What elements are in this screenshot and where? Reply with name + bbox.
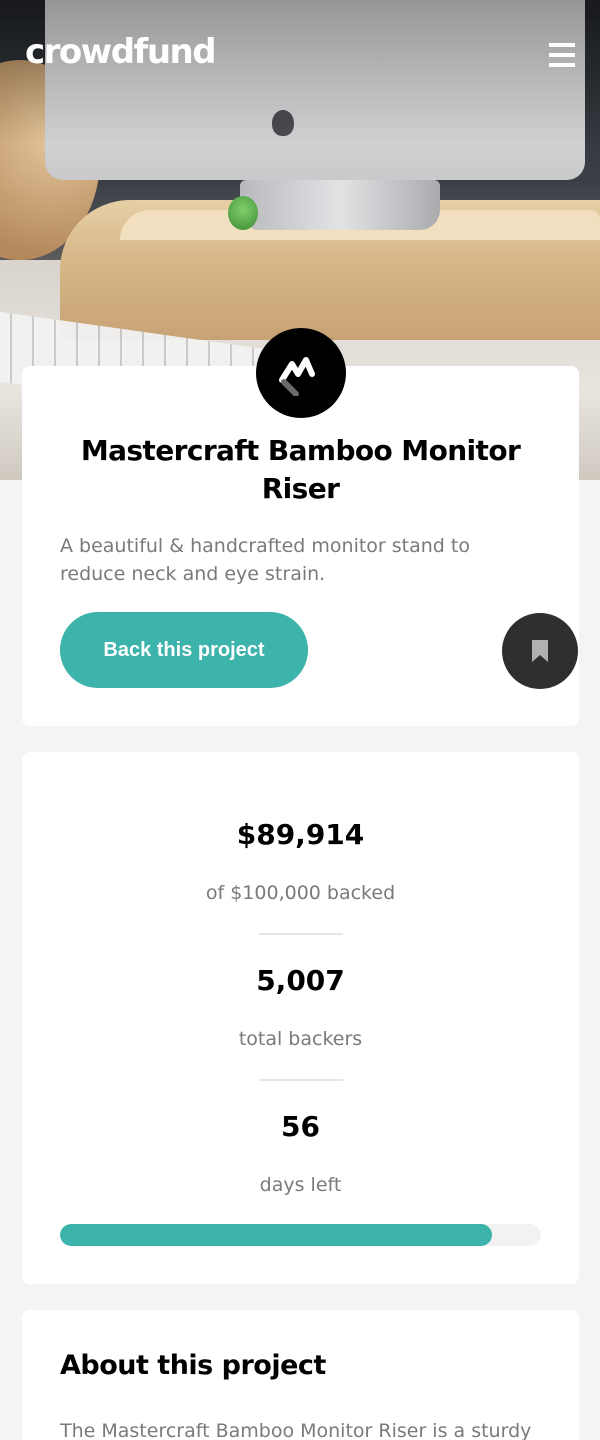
mastercraft-logo-icon bbox=[256, 328, 346, 418]
hamburger-line bbox=[549, 63, 575, 67]
hamburger-menu-icon[interactable] bbox=[549, 43, 575, 67]
bookmark-icon bbox=[532, 640, 548, 662]
total-backers-label: total backers bbox=[238, 1028, 363, 1050]
about-title: About this project bbox=[60, 1350, 326, 1381]
hamburger-line bbox=[549, 53, 575, 57]
top-navigation: crowdfund bbox=[0, 0, 600, 110]
funding-progress-fill bbox=[60, 1224, 493, 1246]
stats-divider bbox=[259, 1079, 343, 1081]
total-backers: 5,007 bbox=[256, 964, 345, 997]
hamburger-line bbox=[549, 43, 575, 47]
site-logo[interactable]: crowdfund bbox=[25, 32, 217, 72]
days-left-label: days left bbox=[259, 1174, 342, 1196]
project-stats-card: $89,914 of $100,000 backed 5,007 total b… bbox=[22, 752, 579, 1284]
bookmark-button[interactable] bbox=[502, 613, 578, 689]
about-text: The Mastercraft Bamboo Monitor Riser is … bbox=[60, 1420, 532, 1440]
project-subtitle: A beautiful & handcrafted monitor stand … bbox=[60, 535, 470, 585]
amount-backed: $89,914 bbox=[236, 818, 365, 851]
back-project-button[interactable]: Back this project bbox=[60, 612, 308, 688]
project-intro-card: Mastercraft Bamboo Monitor Riser A beaut… bbox=[22, 366, 579, 726]
days-left: 56 bbox=[281, 1110, 320, 1143]
funding-progress-bar bbox=[60, 1224, 541, 1246]
about-project-card: About this project The Mastercraft Bambo… bbox=[22, 1310, 579, 1440]
stats-divider bbox=[259, 933, 343, 935]
amount-backed-label: of $100,000 backed bbox=[205, 882, 396, 904]
project-title: Mastercraft Bamboo Monitor Riser bbox=[80, 434, 521, 505]
